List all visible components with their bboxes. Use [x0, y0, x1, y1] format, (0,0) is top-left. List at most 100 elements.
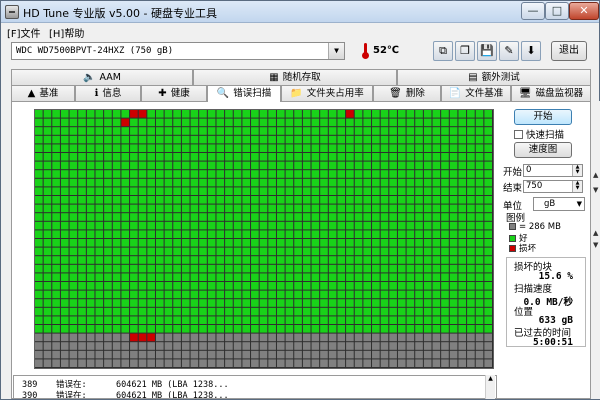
block-unscanned	[449, 342, 458, 350]
maximize-button[interactable]: □	[545, 2, 569, 20]
block-good	[225, 247, 233, 256]
tab-folder[interactable]: 📁 文件夹占用率	[281, 85, 373, 101]
block-good	[95, 299, 104, 307]
block-unscanned	[432, 333, 441, 342]
download-button[interactable]: ⬇	[521, 41, 541, 61]
toolbar: WDC WD7500BPVT-24HXZ (750 gB) ▼ 52℃ ⧉ ❐ 💾 ✎…	[1, 39, 599, 65]
block-good	[233, 256, 242, 264]
menu-help[interactable]: [H]帮助	[49, 25, 84, 40]
block-good	[320, 307, 328, 316]
menu-file[interactable]: [F]文件	[7, 25, 41, 40]
block-good	[121, 256, 130, 264]
end-field[interactable]: 750 ▲ ▼	[523, 180, 583, 193]
tab-info[interactable]: ℹ 信息	[75, 85, 141, 101]
block-good	[458, 153, 467, 161]
block-good	[302, 204, 311, 213]
block-good	[43, 316, 52, 324]
block-good	[199, 307, 207, 316]
block-unscanned	[328, 342, 337, 350]
tab-delete[interactable]: 🗑 删除	[373, 85, 441, 101]
log-scrollbar[interactable]: ▲	[485, 375, 495, 399]
drive-select[interactable]: WDC WD7500BPVT-24HXZ (750 gB) ▼	[11, 42, 345, 60]
block-good	[449, 299, 458, 307]
copy-button[interactable]: ⧉	[433, 41, 453, 61]
block-good	[372, 264, 380, 273]
block-good	[242, 325, 251, 333]
block-unscanned	[43, 350, 52, 359]
block-unscanned	[475, 333, 484, 342]
close-button[interactable]: ✕	[569, 2, 599, 20]
spin-arrows-icon[interactable]: ▲ ▼	[572, 181, 582, 192]
unit-select[interactable]: gB ▼	[533, 197, 585, 211]
block-good	[164, 144, 173, 152]
tab-extra-test[interactable]: ▤ 额外测试	[397, 69, 591, 85]
block-good	[69, 221, 78, 230]
panel-scrollbar[interactable]: ▲ ▼ ▲ ▼	[593, 101, 600, 399]
block-unscanned	[441, 359, 449, 367]
scroll-up-icon[interactable]: ▲	[593, 171, 598, 179]
block-good	[190, 118, 199, 127]
block-good	[164, 213, 173, 221]
tab-file-benchmark[interactable]: 📄 文件基准	[441, 85, 511, 101]
scroll-up-icon[interactable]: ▲	[593, 229, 598, 237]
block-good	[389, 187, 397, 195]
block-good	[181, 118, 190, 127]
checkbox-icon[interactable]	[514, 130, 523, 139]
spin-arrows-icon[interactable]: ▲ ▼	[572, 165, 582, 176]
block-unscanned	[276, 342, 285, 350]
error-scan-icon: 🔍	[216, 88, 230, 99]
block-good	[69, 247, 78, 256]
speed-map-button[interactable]: 速度图	[514, 142, 572, 158]
tab-disk-monitor[interactable]: 🖥 磁盘监视器	[511, 85, 591, 101]
save-button[interactable]: 💾	[477, 41, 497, 61]
tab-label: 文件夹占用率	[306, 88, 364, 99]
menu-bar: [F]文件 [H]帮助	[1, 23, 599, 40]
block-good	[242, 290, 251, 299]
tab-random-access[interactable]: ▦ 随机存取	[193, 69, 397, 85]
start-field[interactable]: 0 ▲ ▼	[523, 164, 583, 177]
start-button[interactable]: 开始	[514, 109, 572, 125]
block-good	[363, 213, 372, 221]
error-log[interactable]: 389 错误在: 604621 MB (LBA 1238... 390 错误在: 604…	[13, 375, 497, 399]
block-good	[207, 299, 216, 307]
scroll-down-icon[interactable]: ▼	[593, 186, 598, 194]
error-scan-block-map	[34, 109, 494, 369]
block-good	[389, 282, 397, 290]
block-good	[216, 307, 225, 316]
block-good	[406, 299, 415, 307]
block-good	[389, 144, 397, 152]
block-good	[78, 239, 86, 247]
tab-speaker[interactable]: 🔈 AAM	[11, 69, 193, 85]
quick-scan-checkbox[interactable]: 快速扫描	[514, 127, 564, 141]
block-good	[389, 307, 397, 316]
minimize-button[interactable]: —	[521, 2, 545, 20]
block-good	[225, 316, 233, 324]
block-good	[337, 127, 346, 135]
copy-alt-button[interactable]: ❐	[455, 41, 475, 61]
block-good	[181, 290, 190, 299]
block-good	[449, 170, 458, 178]
tab-health[interactable]: ✚ 健康	[141, 85, 207, 101]
block-good	[415, 110, 423, 118]
title-bar[interactable]: HD Tune 专业版 v5.00 - 硬盘专业工具 — □ ✕	[1, 1, 599, 23]
block-good	[207, 153, 216, 161]
scroll-down-icon[interactable]: ▼	[593, 241, 598, 249]
block-unscanned	[181, 359, 190, 367]
block-unscanned	[78, 342, 86, 350]
block-good	[406, 264, 415, 273]
block-good	[432, 204, 441, 213]
block-good	[251, 213, 259, 221]
block-good	[354, 299, 363, 307]
block-good	[294, 325, 302, 333]
tools-button[interactable]: ✎	[499, 41, 519, 61]
block-good	[441, 230, 449, 238]
block-unscanned	[415, 359, 423, 367]
block-good	[389, 239, 397, 247]
block-good	[397, 118, 406, 127]
block-unscanned	[199, 359, 207, 367]
tab-benchmark[interactable]: ▲ 基准	[11, 85, 75, 101]
tab-error-scan[interactable]: 🔍 错误扫描	[207, 85, 281, 102]
block-good	[467, 316, 475, 324]
exit-button[interactable]: 退出	[551, 41, 587, 61]
block-good	[302, 273, 311, 281]
